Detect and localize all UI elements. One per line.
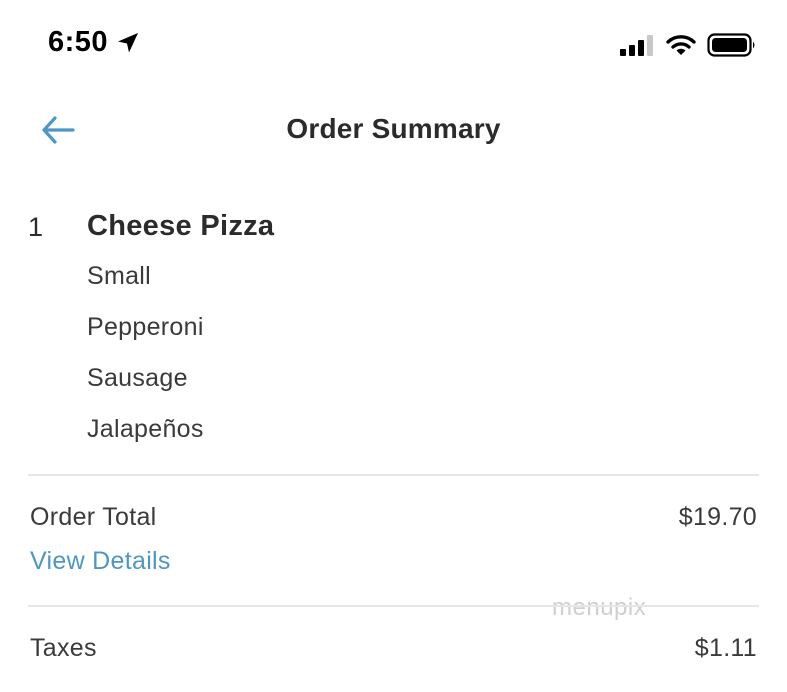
item-quantity: 1 [28,212,44,242]
item-modifiers-list: Small Pepperoni Sausage Jalapeños [87,262,204,466]
page-title: Order Summary [286,113,501,144]
modifier-topping: Jalapeños [87,415,204,443]
order-summary-screen: 6:50 Order Summary 1 Cheese Pizza Small … [0,0,787,692]
modifier-size: Small [87,262,152,290]
wifi-icon [666,35,696,55]
modifier-topping: Sausage [87,364,188,392]
taxes-value: $1.11 [694,634,757,662]
signal-bars-icon [620,35,653,56]
status-time-text: 6:50 [48,26,109,58]
divider [28,474,759,476]
item-name: Cheese Pizza [87,210,275,242]
view-details-link[interactable]: View Details [30,547,171,576]
watermark: menupix [552,594,647,621]
location-arrow-icon [118,32,139,52]
divider [28,605,759,607]
modifier-topping: Pepperoni [87,313,204,341]
order-total-value: $19.70 [678,503,757,531]
battery-icon [707,33,755,57]
order-total-label: Order Total [30,503,157,531]
taxes-label: Taxes [30,634,97,662]
status-bar-time: 6:50 [48,26,140,59]
status-bar-icons [619,33,757,57]
